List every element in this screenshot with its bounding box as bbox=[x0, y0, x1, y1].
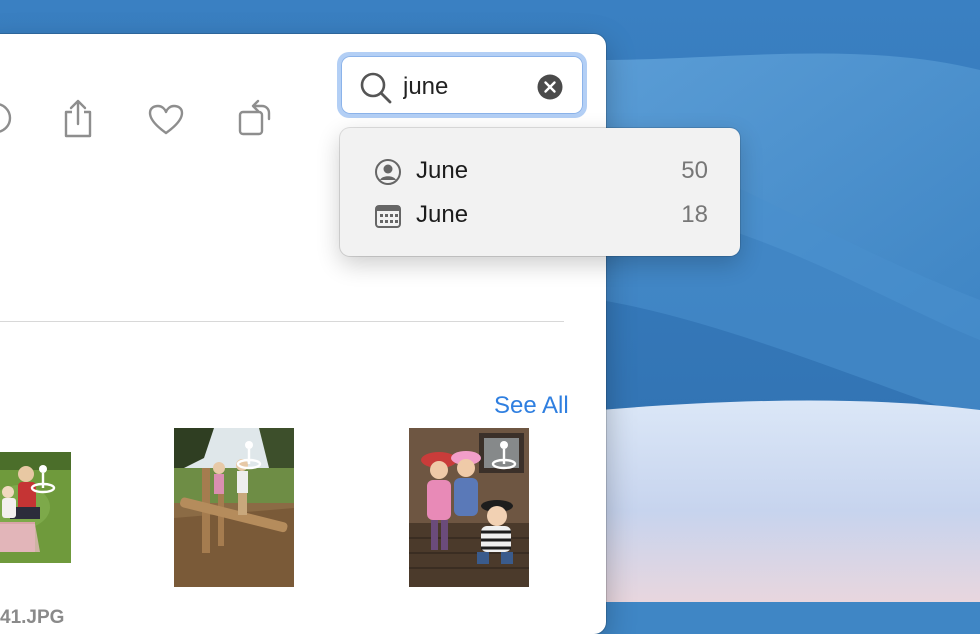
calendar-icon bbox=[374, 202, 402, 235]
section-divider bbox=[0, 321, 564, 322]
share-icon[interactable] bbox=[62, 98, 94, 138]
suggestion-count: 50 bbox=[681, 157, 708, 184]
search-focus-ring bbox=[337, 52, 587, 118]
heart-icon[interactable] bbox=[148, 104, 184, 136]
suggestion-label: June bbox=[416, 157, 469, 184]
person-icon bbox=[374, 158, 402, 191]
suggestion-label: June bbox=[416, 201, 469, 228]
rotate-icon[interactable] bbox=[237, 97, 275, 137]
location-pin-icon bbox=[236, 440, 262, 470]
location-pin-icon bbox=[491, 440, 517, 470]
photo-thumbnail[interactable] bbox=[0, 452, 71, 563]
suggestion-count: 18 bbox=[681, 201, 708, 228]
clear-search-icon[interactable] bbox=[537, 74, 563, 105]
photos-window: See All 41.JPG bbox=[0, 34, 606, 634]
suggestion-person-june[interactable]: June 50 bbox=[340, 150, 740, 192]
search-suggestions: June 50 June 18 bbox=[340, 128, 740, 256]
photo-filename: 41.JPG bbox=[0, 607, 65, 628]
search-icon bbox=[359, 71, 393, 110]
location-pin-icon bbox=[30, 464, 56, 494]
info-icon[interactable] bbox=[0, 100, 14, 136]
suggestion-date-june[interactable]: June 18 bbox=[340, 194, 740, 236]
search-field[interactable] bbox=[341, 56, 583, 114]
photo-thumbnail[interactable] bbox=[174, 428, 294, 587]
see-all-link[interactable]: See All bbox=[494, 392, 569, 420]
photo-thumbnail[interactable] bbox=[409, 428, 529, 587]
search-input[interactable] bbox=[403, 72, 533, 102]
